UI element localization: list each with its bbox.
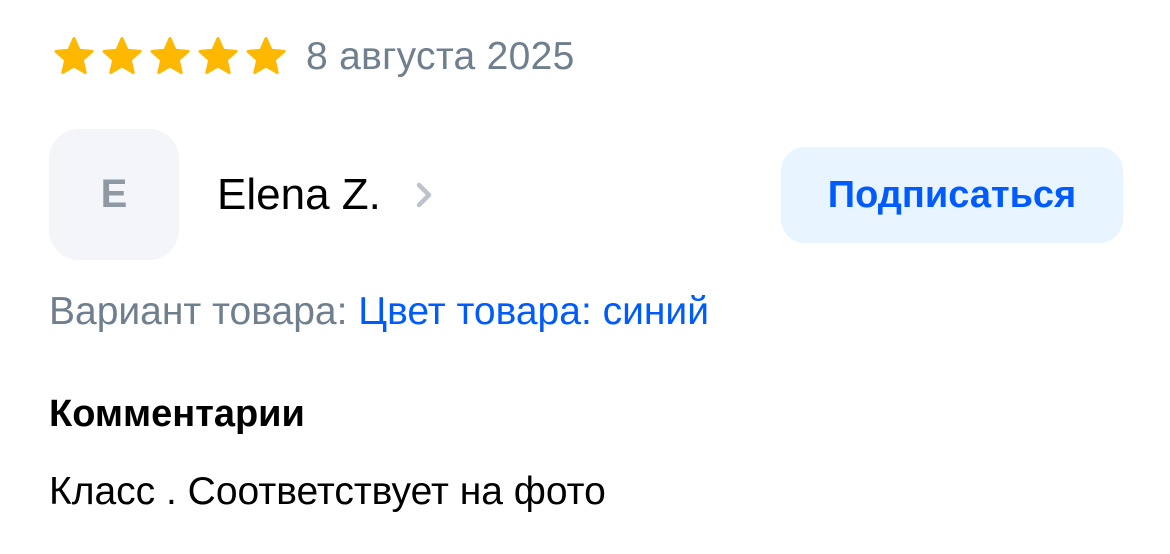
- star-icon: [52, 35, 96, 79]
- author-name[interactable]: Elena Z.: [217, 169, 381, 221]
- author-row: E Elena Z. Подписаться: [49, 129, 1123, 261]
- chevron-right-icon[interactable]: [413, 180, 437, 210]
- star-icon: [244, 35, 288, 79]
- subscribe-button[interactable]: Подписаться: [781, 147, 1123, 243]
- product-variant: Вариант товара: Цвет товара: синий: [49, 288, 709, 336]
- comment-text: Класс . Соответствует на фото: [49, 470, 606, 513]
- rating-row: 8 августа 2025: [52, 34, 575, 80]
- comments-title: Комментарии: [49, 393, 305, 435]
- star-icon: [196, 35, 240, 79]
- star-rating: [52, 35, 288, 79]
- review-date: 8 августа 2025: [306, 35, 575, 78]
- variant-value-link[interactable]: Цвет товара: синий: [358, 290, 709, 333]
- variant-label: Вариант товара:: [49, 290, 348, 333]
- star-icon: [148, 35, 192, 79]
- star-icon: [100, 35, 144, 79]
- avatar[interactable]: E: [49, 129, 179, 260]
- author-profile-link[interactable]: Elena Z.: [217, 169, 437, 221]
- review-card: 8 августа 2025 E Elena Z. Подписаться Ва…: [0, 0, 1170, 554]
